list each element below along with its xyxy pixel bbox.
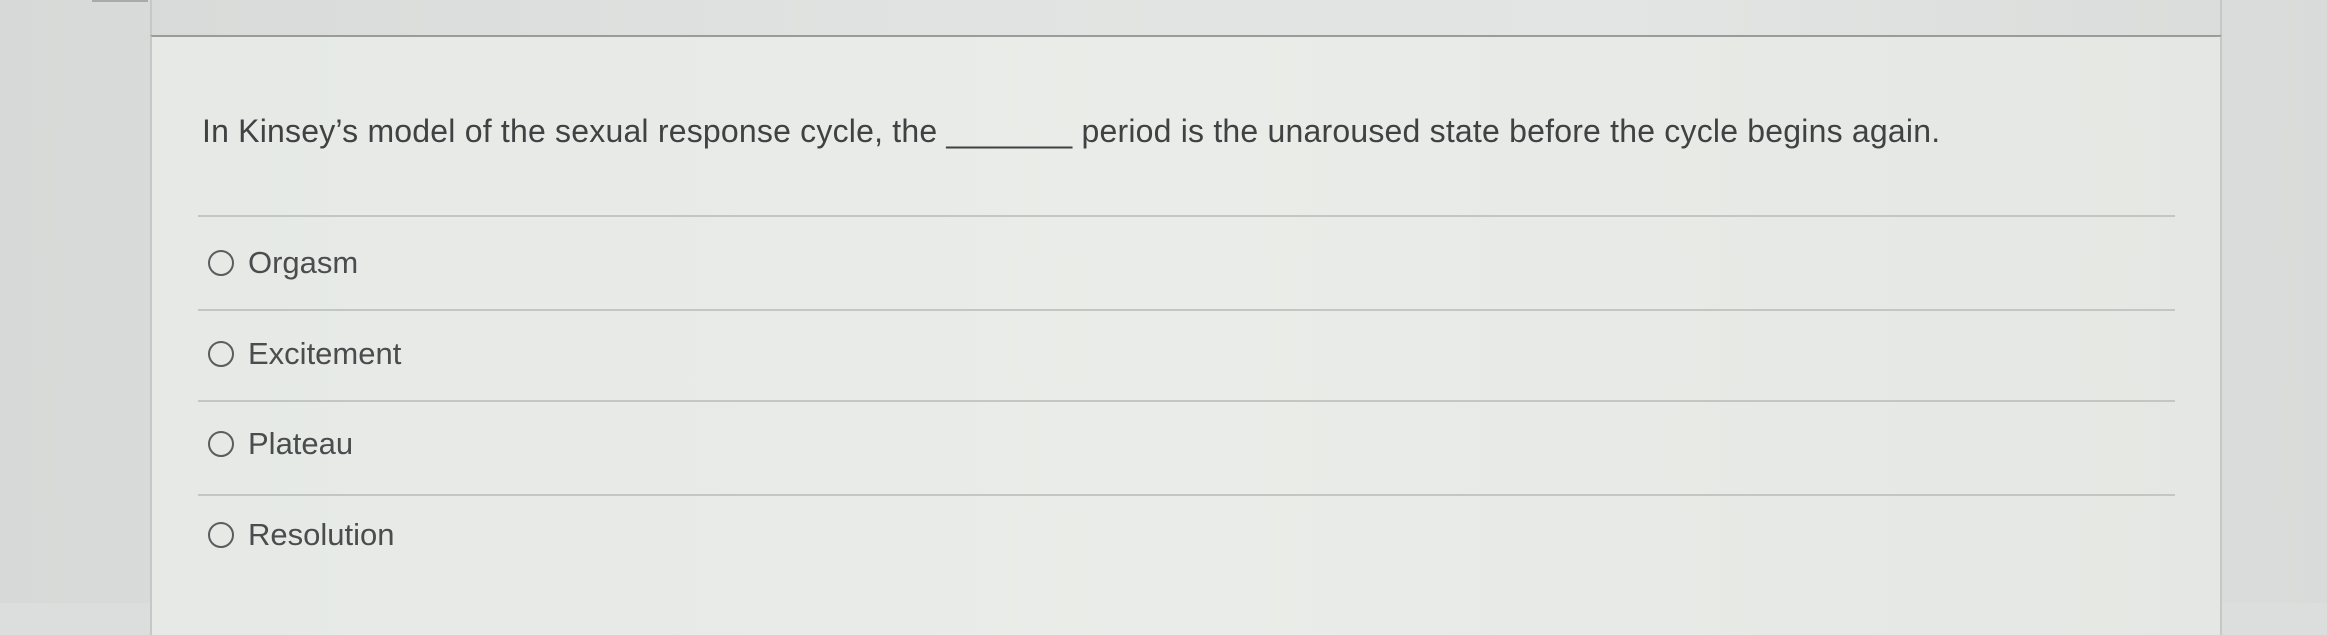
- radio-button[interactable]: [208, 341, 234, 367]
- answer-option-label: Excitement: [248, 336, 402, 371]
- answer-option-orgasm[interactable]: Orgasm: [208, 243, 358, 283]
- radio-button[interactable]: [208, 522, 234, 548]
- question-divider: [198, 215, 2175, 217]
- option-divider: [198, 309, 2175, 311]
- answer-option-resolution[interactable]: Resolution: [208, 515, 394, 555]
- answer-option-label: Resolution: [248, 517, 395, 552]
- question-prompt: In Kinsey’s model of the sexual response…: [202, 113, 1941, 149]
- option-divider: [198, 400, 2175, 402]
- radio-button[interactable]: [208, 250, 234, 276]
- answer-option-excitement[interactable]: Excitement: [208, 334, 401, 374]
- question-header: [150, 0, 2222, 35]
- option-divider: [198, 494, 2175, 496]
- answer-option-label: Plateau: [248, 426, 354, 461]
- answer-option-plateau[interactable]: Plateau: [208, 424, 353, 464]
- header-divider: [92, 0, 148, 2]
- radio-button[interactable]: [208, 431, 234, 457]
- answer-option-label: Orgasm: [248, 245, 359, 280]
